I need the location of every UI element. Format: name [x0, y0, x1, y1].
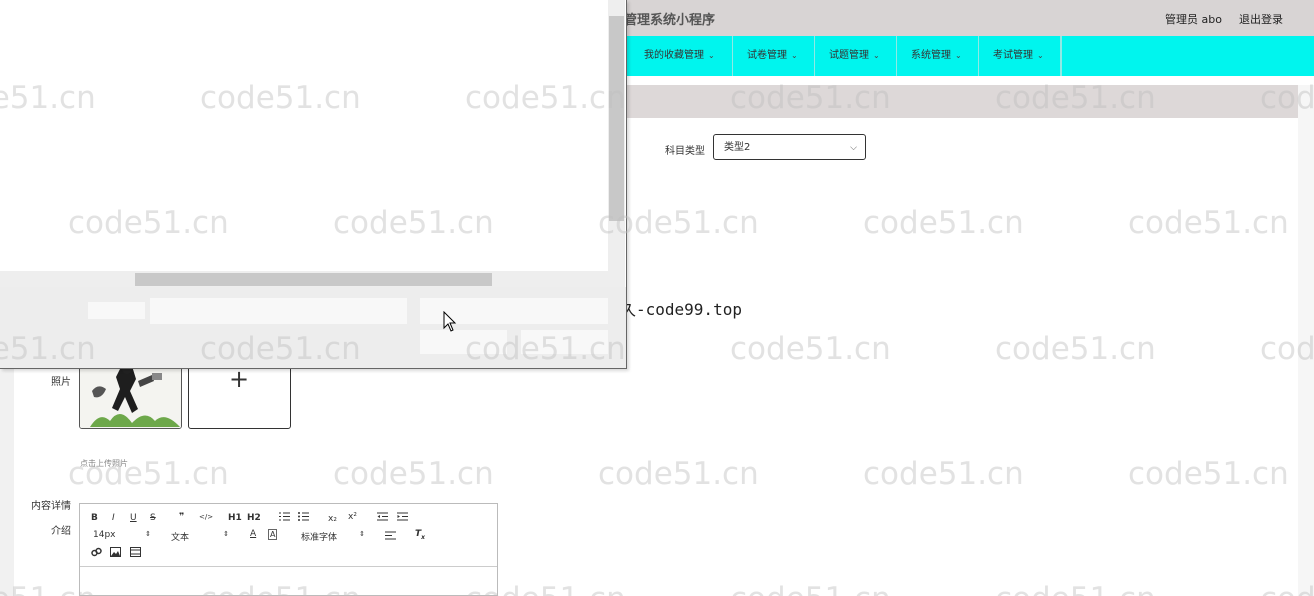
placeholder-block [88, 302, 145, 319]
updown-icon: ⇕ [145, 530, 151, 538]
nav-item-label: 考试管理 [993, 50, 1033, 61]
watermark-text: code51.cn [598, 456, 759, 492]
nav-item-label: 试题管理 [829, 50, 869, 61]
superscript-button[interactable]: x² [348, 512, 357, 522]
subject-type-select[interactable]: 类型2 ⌵ [713, 134, 866, 160]
nav-item-label: 系统管理 [911, 50, 951, 61]
h2-button[interactable]: H2 [247, 513, 261, 523]
subject-type-label: 科目类型 [665, 146, 705, 157]
content-label-2: 介绍 [51, 526, 71, 537]
chevron-down-icon: ⌄ [873, 51, 880, 60]
nav-filler [1061, 36, 1314, 76]
chevron-down-icon: ⌄ [1037, 51, 1044, 60]
text-style-select[interactable]: 文本 ⇕ [171, 530, 229, 543]
horizontal-scrollbar-thumb[interactable] [135, 273, 492, 286]
subscript-button[interactable]: x₂ [328, 514, 337, 524]
overlay-footer [0, 287, 626, 368]
content-label: 内容详情 [31, 501, 71, 512]
nav-item-questions[interactable]: 试题管理 ⌄ [815, 36, 897, 76]
upload-tip: 点击上传照片 [80, 459, 128, 468]
font-color-icon[interactable]: A [250, 529, 256, 539]
user-label: 管理员 abo [1165, 13, 1222, 26]
photo-thumbnail[interactable] [79, 360, 182, 429]
watermark-text: code51.cn [863, 456, 1024, 492]
video-icon[interactable] [130, 547, 141, 560]
watermark-text: code51.cn [730, 581, 891, 596]
vertical-scrollbar-thumb[interactable] [609, 16, 624, 221]
font-family-select[interactable]: 标准字体 ⇕ [301, 530, 365, 543]
indent-icon[interactable] [397, 512, 408, 524]
watermark-text: code51.cn [730, 331, 891, 367]
watermark-text: code51.cn [1128, 456, 1289, 492]
background-color-icon[interactable]: A [268, 529, 278, 540]
watermark-text: code51.cn [1128, 205, 1289, 241]
placeholder-input[interactable] [150, 298, 407, 324]
mouse-cursor-icon [443, 311, 457, 332]
watermark-text: code51.cn [995, 331, 1156, 367]
align-left-icon[interactable] [385, 531, 396, 543]
bold-button[interactable]: B [91, 513, 98, 523]
ordered-list-icon[interactable] [279, 512, 290, 524]
logout-link[interactable]: 退出登录 [1239, 11, 1283, 27]
updown-icon: ⇕ [359, 530, 365, 538]
rich-text-editor: B I U S ❞ </> H1 H2 x₂ x² 14px ⇕ 文本 ⇕ A A … [79, 503, 498, 596]
image-icon[interactable] [110, 547, 121, 560]
link-icon[interactable] [91, 547, 102, 560]
watermark-text: code51.cn [333, 456, 494, 492]
editor-toolbar: B I U S ❞ </> H1 H2 x₂ x² 14px ⇕ 文本 ⇕ A A … [80, 504, 497, 567]
chevron-down-icon: ⌄ [791, 51, 798, 60]
code-button[interactable]: </> [199, 513, 213, 521]
overlay-window [0, 0, 627, 369]
subject-type-value: 类型2 [724, 142, 751, 153]
nav-item-papers[interactable]: 试卷管理 ⌄ [733, 36, 815, 76]
blockquote-button[interactable]: ❞ [179, 512, 184, 522]
italic-button[interactable]: I [112, 513, 115, 523]
font-size-value: 14px [93, 530, 116, 540]
placeholder-button[interactable] [420, 330, 507, 354]
breadcrumb [626, 85, 1298, 118]
app-title: 管理系统小程序 [624, 13, 716, 28]
h1-button[interactable]: H1 [228, 513, 242, 523]
nav-item-label: 我的收藏管理 [644, 50, 704, 61]
nav-item-exams[interactable]: 考试管理 ⌄ [979, 36, 1061, 76]
nav-item-system[interactable]: 系统管理 ⌄ [897, 36, 979, 76]
chevron-down-icon: ⌄ [955, 51, 962, 60]
photo-image [80, 361, 181, 428]
page-gutter-right [1298, 85, 1314, 596]
upload-photo-button[interactable]: + [188, 360, 291, 429]
strike-button[interactable]: S [150, 513, 156, 523]
bullet-list-icon[interactable] [298, 512, 309, 524]
nav-item-label: 试卷管理 [747, 50, 787, 61]
chevron-down-icon: ⌄ [708, 51, 715, 60]
page-gutter-left [0, 368, 14, 596]
font-family-value: 标准字体 [301, 533, 338, 543]
underline-button[interactable]: U [130, 513, 137, 523]
plus-icon: + [229, 365, 250, 393]
placeholder-button[interactable] [521, 330, 608, 354]
photo-label: 照片 [51, 377, 71, 388]
updown-icon: ⇕ [223, 530, 229, 538]
nav-item-favorites[interactable]: 我的收藏管理 ⌄ [630, 36, 733, 76]
clear-format-icon[interactable]: Tx [415, 529, 425, 541]
text-style-value: 文本 [171, 533, 190, 543]
outdent-icon[interactable] [377, 512, 388, 524]
chevron-down-icon: ⌵ [850, 143, 857, 153]
watermark-text: code51.cn [995, 581, 1156, 596]
font-size-select[interactable]: 14px ⇕ [93, 530, 151, 540]
watermark-text: code51.cn [863, 205, 1024, 241]
